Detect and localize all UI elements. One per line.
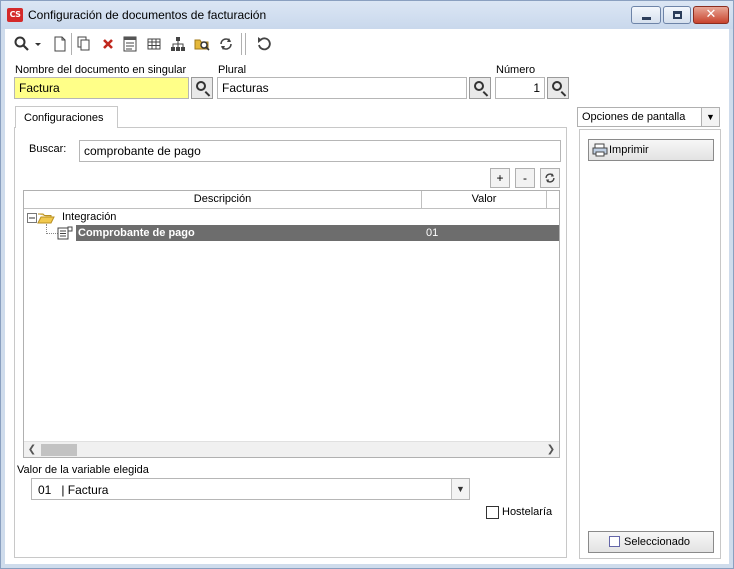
singular-name-input[interactable]: Factura (14, 77, 189, 99)
number-label: Número (496, 64, 536, 76)
title-bar: CS Configuración de documentos de factur… (1, 1, 733, 29)
maximize-button[interactable] (663, 6, 691, 24)
add-button[interactable]: + (490, 168, 510, 188)
singular-name-label: Nombre del documento en singular (15, 64, 187, 76)
window-title: Configuración de documentos de facturaci… (28, 8, 267, 22)
copy-icon[interactable] (75, 35, 93, 53)
close-icon: ✕ (705, 7, 717, 22)
hierarchy-icon[interactable] (169, 35, 187, 53)
toolbar-separator (241, 33, 242, 55)
chevron-down-icon[interactable]: ▼ (701, 108, 719, 126)
folder-search-icon[interactable] (193, 35, 211, 53)
document-properties-icon (57, 226, 73, 240)
table-row[interactable]: Comprobante de pago 01 (76, 225, 559, 241)
new-document-icon[interactable] (51, 35, 69, 53)
main-window: CS Configuración de documentos de factur… (0, 0, 734, 569)
folder-open-icon (37, 213, 55, 224)
search-icon (552, 81, 562, 91)
refresh-icon (545, 173, 555, 183)
client-area: Nombre del documento en singular Factura… (5, 29, 729, 564)
minimize-button[interactable] (631, 6, 661, 24)
number-search-button[interactable] (547, 77, 569, 99)
close-button[interactable]: ✕ (693, 6, 729, 24)
variable-select[interactable]: 01 | Factura ▼ (31, 478, 470, 500)
selected-button[interactable]: Seleccionado (588, 531, 714, 553)
refresh-icon[interactable] (217, 35, 235, 53)
app-logo-icon: CS (7, 8, 23, 22)
screen-options-label: Opciones de pantalla (582, 111, 686, 123)
remove-button[interactable]: - (515, 168, 535, 188)
minimize-icon (642, 17, 651, 20)
collapse-toggle-icon[interactable] (27, 213, 37, 223)
properties-icon[interactable] (121, 35, 139, 53)
row-description: Comprobante de pago (78, 227, 195, 239)
configuraciones-panel: Buscar: comprobante de pago + - Descripc… (14, 127, 567, 558)
tree-group-integracion[interactable]: Integración (62, 211, 116, 223)
scroll-right-icon[interactable]: ❯ (544, 443, 558, 457)
search-icon (474, 81, 484, 91)
plural-label: Plural (218, 64, 247, 76)
search-icon (196, 81, 206, 91)
selected-label: Seleccionado (624, 536, 691, 548)
delete-icon[interactable] (99, 35, 117, 53)
hosteleria-checkbox[interactable] (486, 506, 499, 519)
chevron-down-icon[interactable] (33, 35, 43, 53)
search-label: Buscar: (29, 143, 67, 155)
refresh-button[interactable] (540, 168, 560, 188)
toolbar-separator (71, 33, 72, 55)
hosteleria-label: Hostelaría (502, 506, 553, 518)
singular-search-button[interactable] (191, 77, 213, 99)
scrollbar-thumb[interactable] (41, 444, 77, 456)
plural-input[interactable]: Facturas (217, 77, 467, 99)
toolbar (5, 29, 729, 59)
print-button[interactable]: Imprimir (588, 139, 714, 161)
number-input[interactable]: 1 (495, 77, 545, 99)
maximize-icon (673, 11, 682, 19)
tab-configuraciones[interactable]: Configuraciones (15, 106, 118, 128)
variable-label: Valor de la variable elegida (17, 464, 149, 476)
horizontal-scrollbar[interactable]: ❮ ❯ (24, 441, 559, 457)
printer-icon (592, 143, 608, 157)
search-icon[interactable] (13, 35, 31, 53)
row-value: 01 (426, 227, 439, 239)
chevron-down-icon[interactable]: ▼ (451, 479, 469, 499)
checkbox-icon (609, 536, 620, 547)
column-header-descripcion[interactable]: Descripción (24, 191, 422, 209)
variable-selected-value: 01 | Factura (38, 483, 109, 497)
plural-search-button[interactable] (469, 77, 491, 99)
screen-options-panel: Imprimir Seleccionado (579, 129, 721, 559)
search-input[interactable]: comprobante de pago (79, 140, 561, 162)
print-label: Imprimir (609, 144, 649, 156)
table-icon[interactable] (145, 35, 163, 53)
toolbar-separator (245, 33, 246, 55)
scroll-left-icon[interactable]: ❮ (25, 443, 39, 457)
screen-options-select[interactable]: Opciones de pantalla ▼ (577, 107, 720, 127)
column-header-filler (547, 191, 559, 209)
reload-icon[interactable] (255, 35, 273, 53)
configuration-grid: Descripción Valor Integración Comprobant… (23, 190, 560, 458)
column-header-valor[interactable]: Valor (422, 191, 547, 209)
